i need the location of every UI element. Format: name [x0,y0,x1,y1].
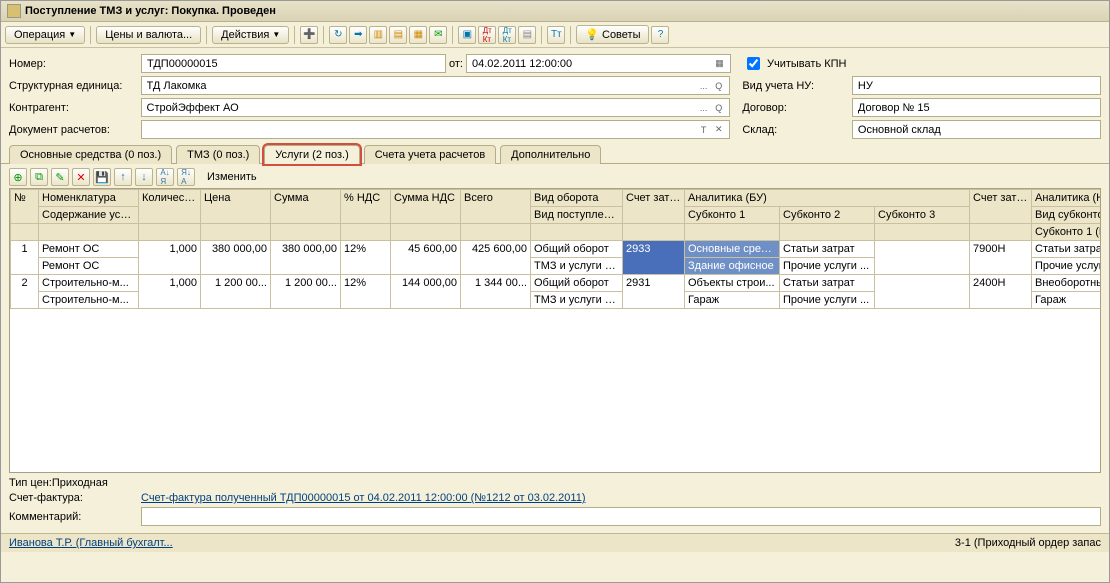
edit-row-icon[interactable]: ✎ [51,168,69,186]
sklad-input[interactable] [852,120,1101,139]
invoice-link[interactable]: Счет-фактура полученный ТДП00000015 от 0… [141,492,586,504]
from-label: от: [446,58,466,70]
h-n[interactable]: № [11,190,39,224]
status-user-link[interactable]: Иванова Т.Р. (Главный бухгалт... [9,537,173,549]
post-icon[interactable]: ➕ [300,26,318,44]
number-input[interactable] [141,54,446,73]
comment-input[interactable] [141,507,1101,526]
h-qty[interactable]: Количест... [139,190,201,224]
dk-icon[interactable]: ДтКт [478,26,496,44]
pricetype-value: Приходная [52,477,108,489]
refresh-icon[interactable]: ↻ [329,26,347,44]
h-total[interactable]: Всего [461,190,531,224]
dog-input[interactable] [852,98,1101,117]
operation-button[interactable]: Операция▼ [5,26,85,44]
comment-label: Комментарий: [9,511,141,523]
contr-label: Контрагент: [9,102,141,114]
copy-row-icon[interactable]: ⧉ [30,168,48,186]
status-doc: 3-1 (Приходный ордер запас [955,537,1101,549]
doc2-icon[interactable]: ▤ [389,26,407,44]
h-sk1[interactable]: Субконто 1 [685,207,780,224]
window-title: Поступление ТМЗ и услуг: Покупка. Провед… [25,5,276,17]
nu-label: Вид учета НУ: [742,80,852,92]
tab-fixed-assets[interactable]: Основные средства (0 поз.) [9,145,172,164]
h-costnu[interactable]: Счет затрат (НУ) [970,190,1032,224]
nu-input[interactable] [852,76,1101,95]
tab-services[interactable]: Услуги (2 поз.) [264,145,359,164]
unit-label: Структурная единица: [9,80,141,92]
table-row[interactable]: 2 Строительно-м... 1,000 1 200 00... 1 2… [11,275,1102,292]
h-sk1nu[interactable]: Субконто 1 (НУ) [1032,224,1101,241]
sklad-label: Склад: [742,124,852,136]
h-sum[interactable]: Сумма [271,190,341,224]
h-anal[interactable]: Аналитика (БУ) [685,190,970,207]
h-price[interactable]: Цена [201,190,271,224]
dog-label: Договор: [742,102,852,114]
tab-extra[interactable]: Дополнительно [500,145,601,164]
h-oborot[interactable]: Вид оборота [531,190,623,207]
date-input[interactable]: ▦ [466,54,731,73]
save-row-icon[interactable]: 💾 [93,168,111,186]
h-cost[interactable]: Счет затрат (БУ) [623,190,685,224]
sort-asc-icon[interactable]: А↓Я [156,168,174,186]
actions-button[interactable]: Действия▼ [212,26,289,44]
tab-tmz[interactable]: ТМЗ (0 поз.) [176,145,260,164]
tabs: Основные средства (0 поз.) ТМЗ (0 поз.) … [1,144,1109,164]
main-toolbar: Операция▼ Цены и валюта... Действия▼ ➕ ↻… [1,22,1109,48]
h-post[interactable]: Вид поступления [531,207,623,224]
status-bar: Иванова Т.Р. (Главный бухгалт... 3-1 (Пр… [1,533,1109,552]
table-row[interactable]: 1 Ремонт ОС 1,000 380 000,00 380 000,00 … [11,241,1102,258]
pricetype-label: Тип цен: [9,477,52,489]
move-up-icon[interactable]: ↑ [114,168,132,186]
advice-button[interactable]: 💡Советы [576,25,649,44]
h-nom2[interactable]: Содержание услуги, доп. ... [39,207,139,224]
unit-input[interactable]: ...Q [141,76,731,95]
grid-toolbar: ⊕ ⧉ ✎ ✕ 💾 ↑ ↓ А↓Я Я↓А Изменить [1,164,1109,188]
open-icon[interactable]: Q [711,78,726,94]
dknu-icon[interactable]: ДтКт [498,26,516,44]
h-vatp[interactable]: % НДС [341,190,391,224]
tab-accounts[interactable]: Счета учета расчетов [364,145,496,164]
h-nom[interactable]: Номенклатура [39,190,139,207]
h-sk2[interactable]: Субконто 2 [780,207,875,224]
calendar-icon[interactable]: ▦ [712,56,727,72]
calc-input[interactable]: T✕ [141,120,731,139]
report-icon[interactable]: ▤ [518,26,536,44]
selected-cell: 2933 [623,241,685,275]
invoice-label: Счет-фактура: [9,492,141,504]
prices-button[interactable]: Цены и валюта... [96,26,201,44]
send-icon[interactable]: ✉ [429,26,447,44]
number-label: Номер: [9,58,141,70]
h-analnu[interactable]: Аналитика (НУ) [1032,190,1101,207]
select-icon[interactable]: ... [696,78,711,94]
t-icon[interactable]: T [696,122,711,138]
window-titlebar: Поступление ТМЗ и услуг: Покупка. Провед… [1,1,1109,22]
move-down-icon[interactable]: ↓ [135,168,153,186]
delete-row-icon[interactable]: ✕ [72,168,90,186]
calc-label: Документ расчетов: [9,124,141,136]
app-icon [7,4,21,18]
h-vatsum[interactable]: Сумма НДС [391,190,461,224]
contr-input[interactable]: ...Q [141,98,731,117]
doc3-icon[interactable]: ▦ [409,26,427,44]
kpn-checkbox[interactable]: Учитывать КПН [743,54,847,73]
doc1-icon[interactable]: ▥ [369,26,387,44]
clear-icon[interactable]: ✕ [711,122,726,138]
sort-desc-icon[interactable]: Я↓А [177,168,195,186]
goto-icon[interactable]: ➡ [349,26,367,44]
h-sk3[interactable]: Субконто 3 [875,207,970,224]
add-row-icon[interactable]: ⊕ [9,168,27,186]
help-icon[interactable]: ? [651,26,669,44]
select-icon[interactable]: ... [696,100,711,116]
h-vidsk[interactable]: Вид субконто [1032,207,1101,224]
text-icon[interactable]: Тт [547,26,565,44]
edit-link[interactable]: Изменить [207,171,257,183]
link-icon[interactable]: ▣ [458,26,476,44]
grid[interactable]: № Номенклатура Количест... Цена Сумма % … [9,188,1101,473]
open-icon[interactable]: Q [711,100,726,116]
